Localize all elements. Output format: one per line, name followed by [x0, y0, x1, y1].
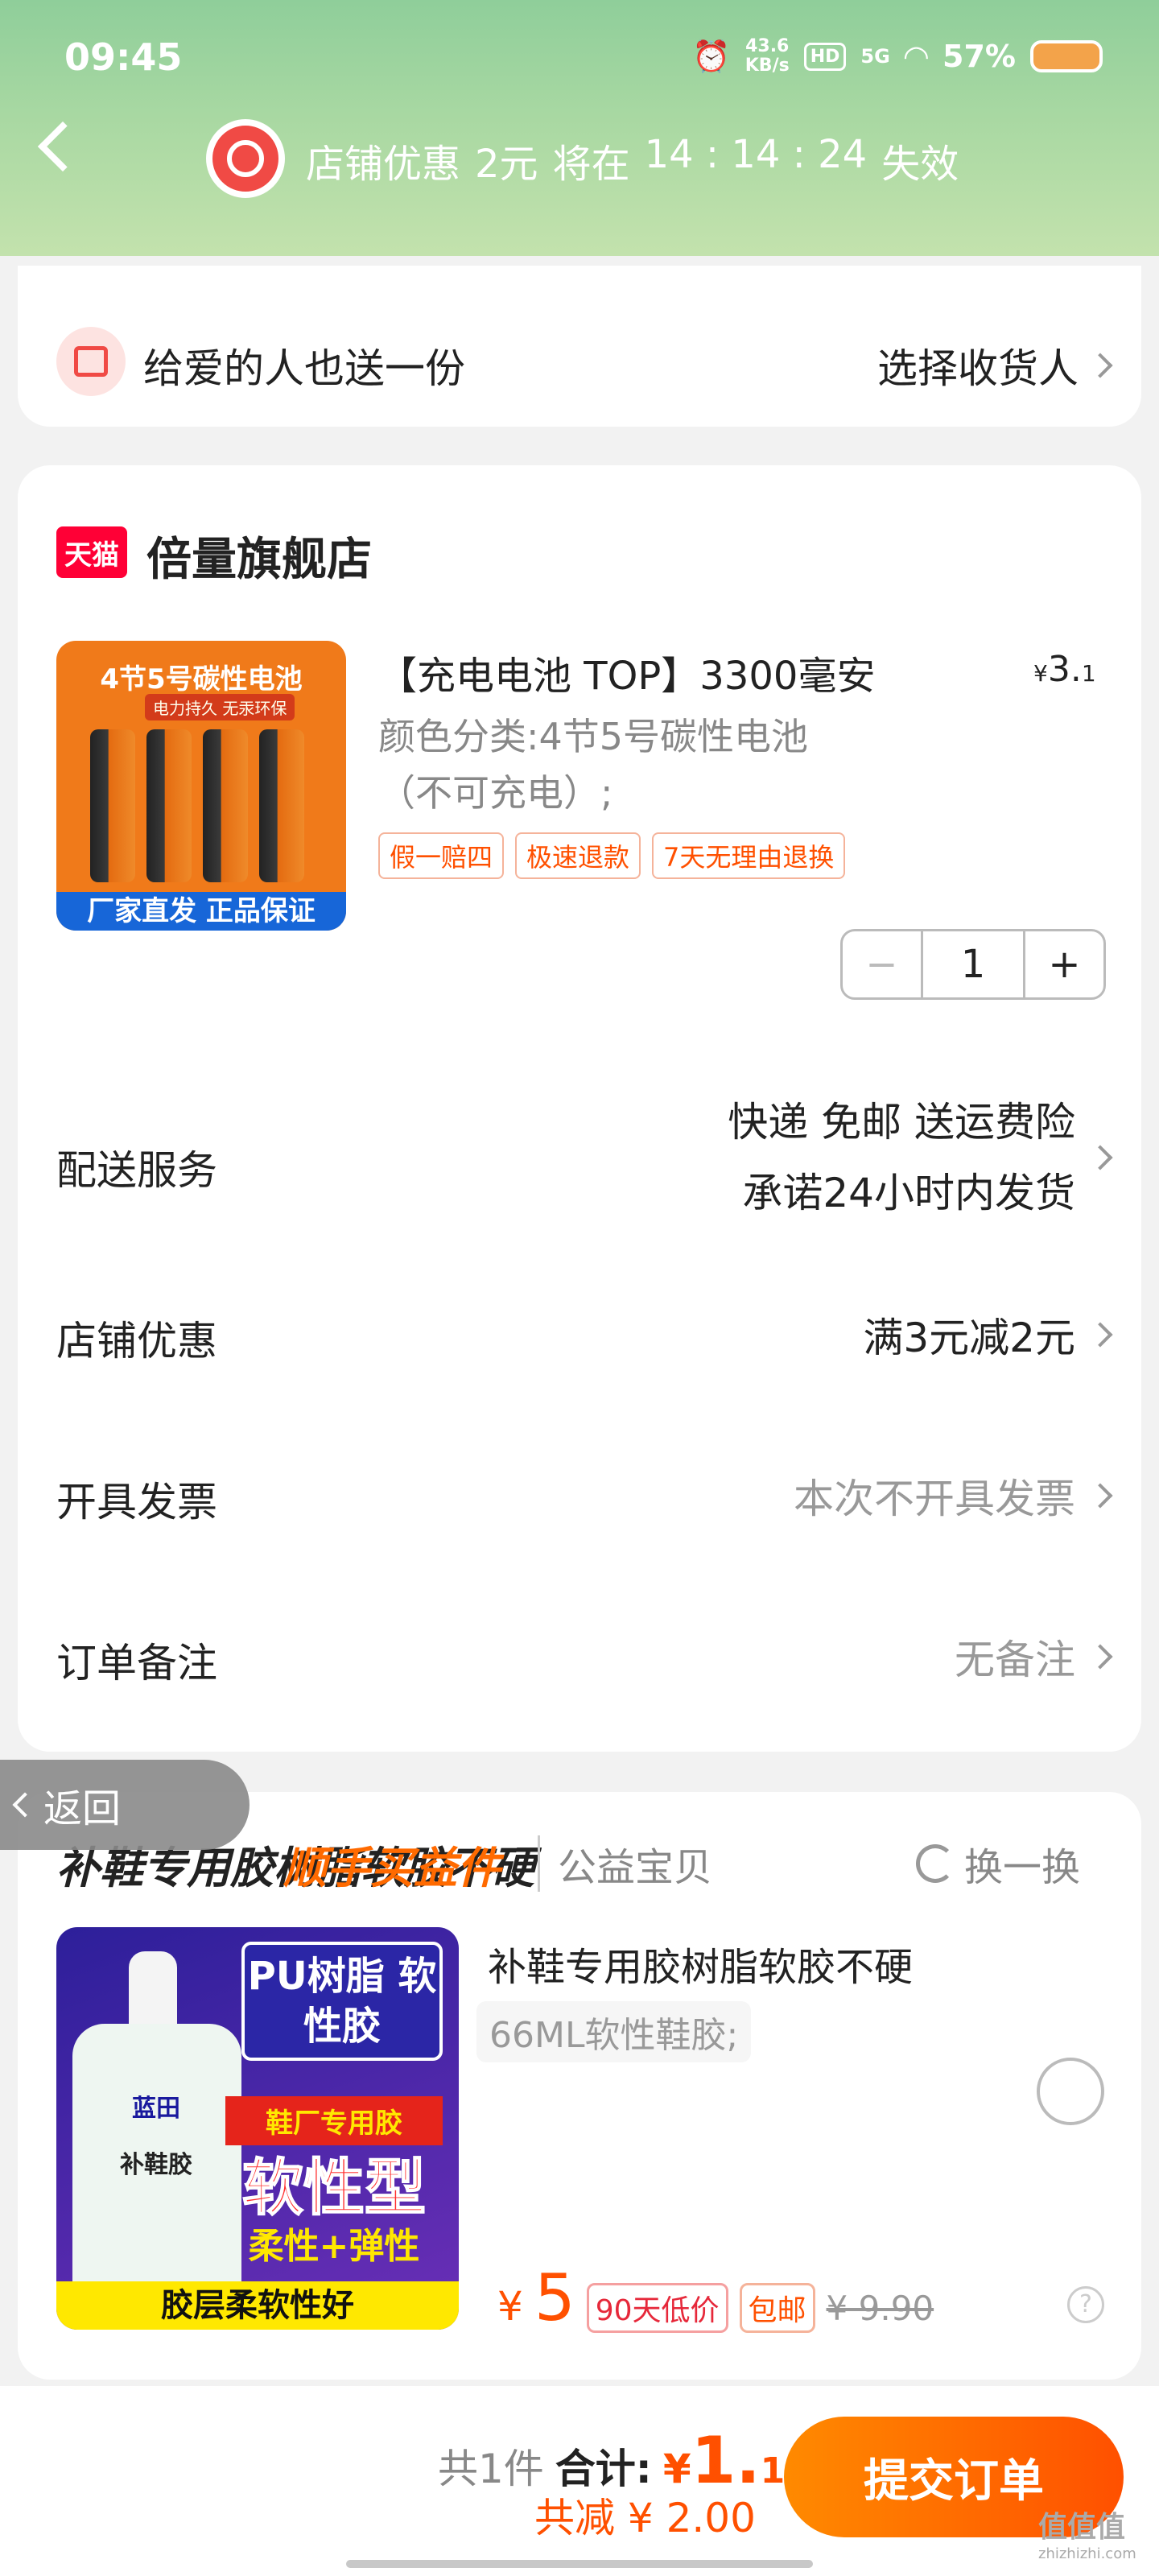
battery-graphic: [90, 729, 135, 882]
battery-graphic: [259, 729, 304, 882]
watermark: 值值值 zhizhizhi.com: [1038, 2511, 1136, 2562]
help-icon[interactable]: ?: [1067, 2286, 1104, 2323]
countdown-timer: 14 : 14 : 24: [644, 132, 868, 177]
chevron-left-icon: [12, 1792, 38, 1818]
chevron-right-icon: [1087, 1483, 1113, 1509]
service-tag: 假一赔四: [378, 832, 505, 879]
shipping-row[interactable]: 快递 免邮 送运费险 承诺24小时内发货: [728, 1087, 1113, 1228]
add-on-product-image[interactable]: 蓝田 补鞋胶 PU树脂 软性胶 鞋厂专用胶 软性型 柔性+弹性 胶层柔软性好: [56, 1927, 459, 2330]
refresh-button[interactable]: 换一换: [916, 1835, 1080, 1892]
quantity-value[interactable]: 1: [923, 931, 1023, 997]
total-discount: 共减 ¥ 2.00: [534, 2495, 756, 2541]
battery-graphic: [146, 729, 192, 882]
store-discount-label: 店铺优惠: [56, 1318, 217, 1364]
wifi-icon: ◠: [904, 39, 929, 74]
chevron-right-icon: [1087, 353, 1113, 378]
low-price-tag: 90天低价: [586, 2283, 728, 2333]
alarm-icon: ⏰: [692, 38, 731, 74]
product-title[interactable]: 【充电电池 TOP】3300毫安: [378, 644, 875, 700]
shipping-label: 配送服务: [56, 1147, 217, 1194]
gift-label: 给爱的人也送一份: [143, 345, 465, 392]
product-spec[interactable]: 颜色分类:4节5号碳性电池 （不可充电）;: [378, 708, 958, 821]
quantity-stepper: − 1 +: [840, 929, 1106, 1000]
net-speed: 43.6 KB/s: [744, 36, 790, 76]
service-tag: 7天无理由退换: [652, 832, 846, 879]
status-time: 09:45: [64, 35, 183, 79]
chevron-right-icon: [1087, 1322, 1113, 1348]
increment-button[interactable]: +: [1023, 931, 1103, 997]
add-on-spec[interactable]: 66ML软性鞋胶;: [476, 2001, 752, 2062]
remark-row[interactable]: 无备注: [955, 1628, 1113, 1686]
add-on-price: ¥ 5 90天低价 包邮 ¥ 9.90: [497, 2260, 934, 2335]
store-discount-row[interactable]: 满3元减2元: [863, 1306, 1113, 1364]
add-on-subtitle: 顺手买益件: [283, 1843, 501, 1893]
service-tag: 极速退款: [515, 832, 641, 879]
shop-name[interactable]: 倍量旗舰店: [146, 523, 372, 588]
invoice-row[interactable]: 本次不开具发票: [794, 1467, 1113, 1525]
chevron-right-icon: [1087, 1145, 1113, 1170]
promo-countdown: 店铺优惠 2元 将在 14 : 14 : 24 失效: [306, 132, 959, 187]
network-icon: 5G: [860, 45, 890, 68]
refresh-icon: [916, 1844, 955, 1883]
battery-percent: 57%: [942, 39, 1016, 74]
add-on-select-radio[interactable]: [1037, 2058, 1104, 2125]
service-tags: 假一赔四 极速退款 7天无理由退换: [378, 832, 846, 879]
add-on-title-text[interactable]: 补鞋专用胶树脂软胶不硬: [488, 1935, 913, 1992]
home-indicator[interactable]: [346, 2560, 813, 2568]
battery-graphic: [203, 729, 248, 882]
floating-back-button[interactable]: 返回: [0, 1760, 250, 1850]
hd-icon: HD: [803, 42, 847, 71]
product-price: ¥3.1: [1033, 649, 1096, 690]
chevron-right-icon: [1087, 1644, 1113, 1670]
timer-icon: [206, 119, 285, 198]
invoice-label: 开具发票: [56, 1479, 217, 1525]
decrement-button[interactable]: −: [843, 931, 923, 997]
original-price: ¥ 9.90: [826, 2289, 934, 2328]
remark-label: 订单备注: [56, 1640, 217, 1686]
charity-label: 公益宝贝: [538, 1835, 712, 1892]
tmall-logo: 天猫: [56, 526, 127, 578]
status-icons: ⏰ 43.6 KB/s HD 5G ◠ 57%: [692, 37, 1103, 76]
free-shipping-tag: 包邮: [739, 2283, 815, 2333]
battery-icon: [1030, 40, 1103, 72]
select-recipient-link[interactable]: 选择收货人: [877, 336, 1113, 394]
product-image[interactable]: 4节5号碳性电池 电力持久 无汞环保 厂家直发 正品保证: [56, 641, 346, 931]
gift-icon: [56, 327, 126, 396]
